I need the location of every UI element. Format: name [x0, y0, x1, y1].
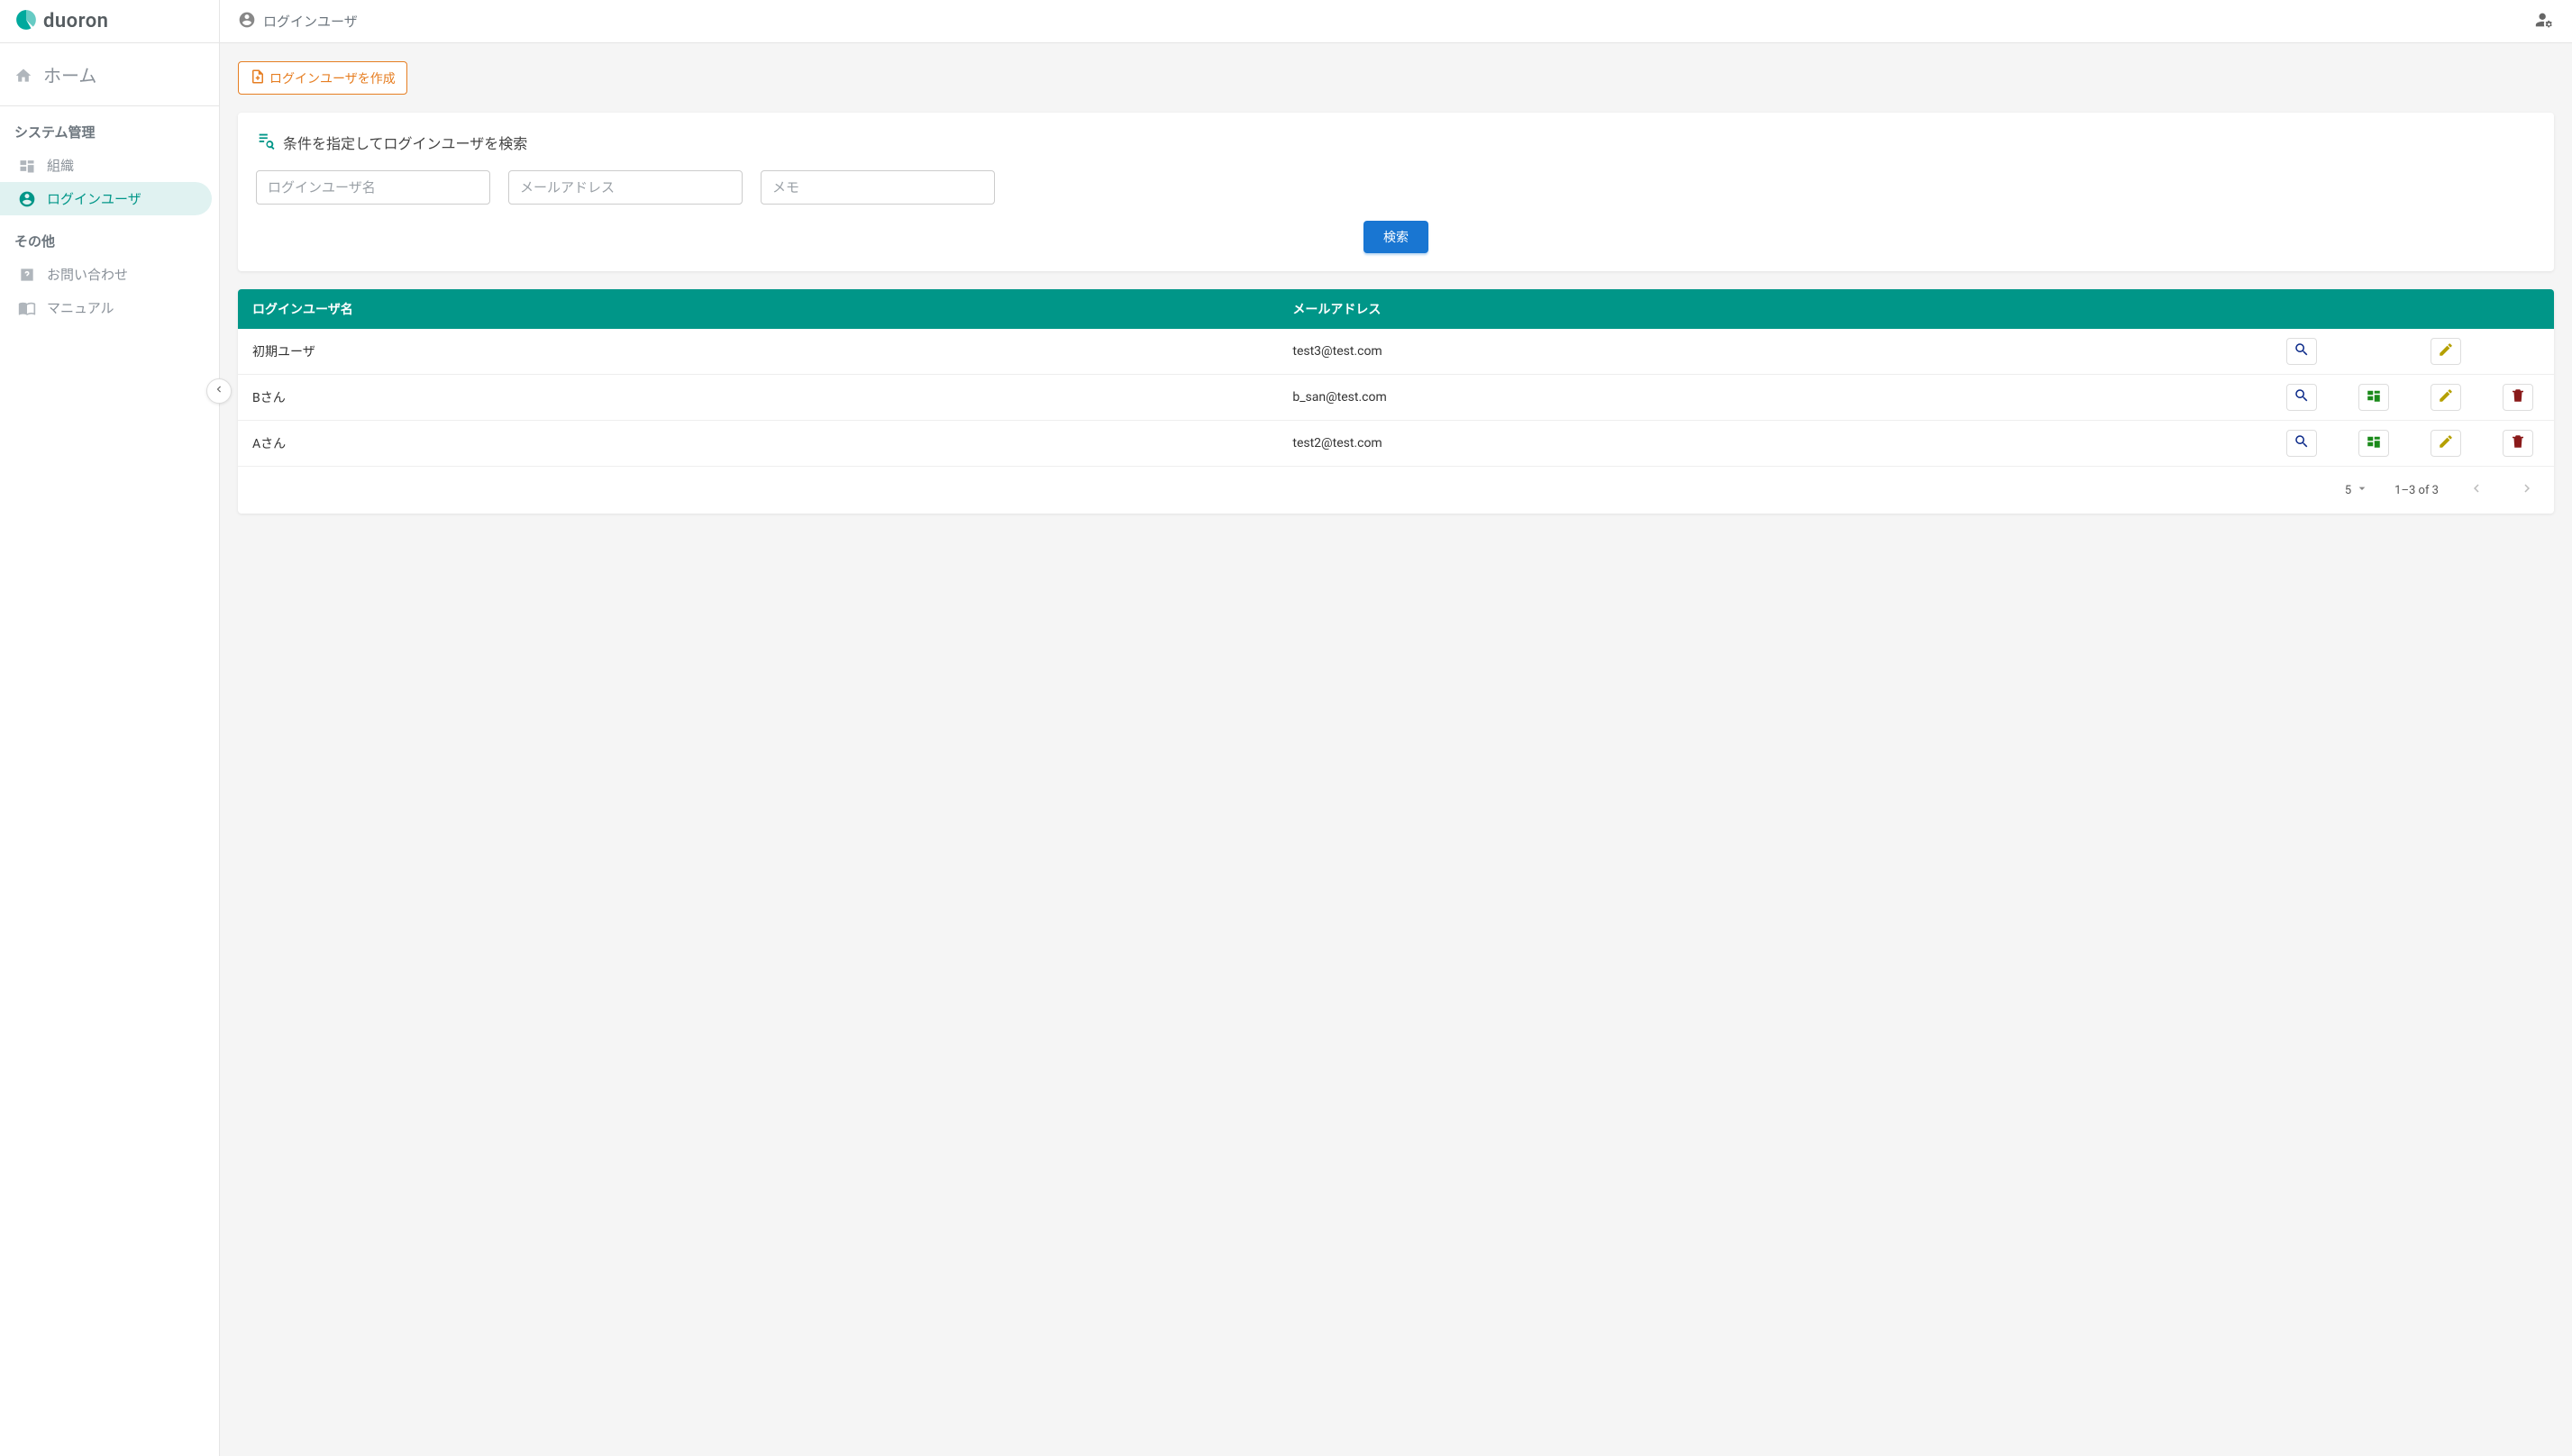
sidebar-item-label: お問い合わせ: [47, 265, 128, 284]
results-table: ログインユーザ名 メールアドレス 初期ユーザtest3@test.comBさんb…: [238, 289, 2554, 467]
next-page-button[interactable]: [2514, 478, 2540, 503]
table-row: Aさんtest2@test.com: [238, 421, 2554, 467]
document-plus-icon: [250, 68, 266, 87]
sidebar-item-book[interactable]: マニュアル: [0, 291, 219, 324]
trash-icon: [2510, 433, 2526, 453]
logo-text: duoron: [43, 10, 108, 32]
book-icon: [18, 299, 36, 317]
table-row: 初期ユーザtest3@test.com: [238, 329, 2554, 375]
cell-email: test2@test.com: [1278, 421, 2266, 467]
search-title-text: 条件を指定してログインユーザを検索: [283, 132, 527, 153]
sidebar-item-help[interactable]: お問い合わせ: [0, 258, 219, 291]
col-header-email: メールアドレス: [1278, 289, 2266, 329]
search-button[interactable]: 検索: [1364, 221, 1428, 253]
search-icon: [2294, 433, 2310, 453]
cell-email: b_san@test.com: [1278, 375, 2266, 421]
cell-email: test3@test.com: [1278, 329, 2266, 375]
nav-section-title: システム管理: [0, 119, 219, 149]
sidebar-item-label: 組織: [47, 156, 74, 175]
create-user-button[interactable]: ログインユーザを作成: [238, 61, 407, 95]
sidebar-home-label: ホーム: [43, 61, 96, 87]
search-document-icon: [256, 131, 276, 154]
search-card: 条件を指定してログインユーザを検索 検索: [238, 113, 2554, 271]
sidebar-collapse-button[interactable]: [206, 378, 232, 404]
view-button[interactable]: [2286, 430, 2317, 457]
chevron-right-icon: [2519, 480, 2535, 500]
org-icon: [18, 157, 36, 175]
logo-icon: [14, 8, 38, 35]
org-button[interactable]: [2358, 430, 2389, 457]
chevron-left-icon: [2468, 480, 2485, 500]
sidebar-item-label: マニュアル: [47, 298, 114, 317]
user-icon: [18, 190, 36, 208]
pencil-icon: [2438, 341, 2454, 361]
search-icon: [2294, 341, 2310, 361]
search-memo-input[interactable]: [761, 170, 995, 205]
chevron-left-icon: [213, 383, 225, 399]
pencil-icon: [2438, 433, 2454, 453]
org-icon: [2366, 433, 2382, 453]
create-user-label: ログインユーザを作成: [269, 69, 396, 87]
delete-button[interactable]: [2503, 430, 2533, 457]
cell-name: 初期ユーザ: [238, 329, 1278, 375]
sidebar: duoron ホーム システム管理組織ログインユーザその他お問い合わせマニュアル: [0, 0, 220, 1456]
nav-section-title: その他: [0, 228, 219, 258]
cell-name: Bさん: [238, 375, 1278, 421]
prev-page-button[interactable]: [2464, 478, 2489, 503]
results-table-card: ログインユーザ名 メールアドレス 初期ユーザtest3@test.comBさんb…: [238, 289, 2554, 514]
trash-icon: [2510, 387, 2526, 407]
help-icon: [18, 266, 36, 284]
user-circle-icon: [238, 11, 256, 32]
edit-button[interactable]: [2431, 430, 2461, 457]
page-size-select[interactable]: 5: [2345, 481, 2369, 499]
delete-button[interactable]: [2503, 384, 2533, 411]
org-icon: [2366, 387, 2382, 407]
cell-name: Aさん: [238, 421, 1278, 467]
sidebar-item-home[interactable]: ホーム: [0, 43, 219, 106]
edit-button[interactable]: [2431, 384, 2461, 411]
dropdown-arrow-icon: [2355, 481, 2369, 499]
pencil-icon: [2438, 387, 2454, 407]
user-settings-icon[interactable]: [2534, 10, 2554, 33]
search-name-input[interactable]: [256, 170, 490, 205]
page-range: 1–3 of 3: [2394, 484, 2439, 497]
topbar: ログインユーザ: [220, 0, 2572, 43]
org-button[interactable]: [2358, 384, 2389, 411]
edit-button[interactable]: [2431, 338, 2461, 365]
table-row: Bさんb_san@test.com: [238, 375, 2554, 421]
page-title: ログインユーザ: [263, 12, 358, 31]
search-icon: [2294, 387, 2310, 407]
page-size-value: 5: [2345, 484, 2351, 497]
pagination: 5 1–3 of 3: [238, 467, 2554, 514]
home-icon: [14, 66, 32, 84]
logo[interactable]: duoron: [0, 0, 219, 43]
view-button[interactable]: [2286, 338, 2317, 365]
sidebar-item-user[interactable]: ログインユーザ: [0, 182, 212, 215]
search-email-input[interactable]: [508, 170, 743, 205]
sidebar-item-label: ログインユーザ: [47, 189, 141, 208]
view-button[interactable]: [2286, 384, 2317, 411]
sidebar-item-org[interactable]: 組織: [0, 149, 219, 182]
main: ログインユーザ ログインユーザを作成 条件を指定して: [220, 0, 2572, 1456]
col-header-name: ログインユーザ名: [238, 289, 1278, 329]
